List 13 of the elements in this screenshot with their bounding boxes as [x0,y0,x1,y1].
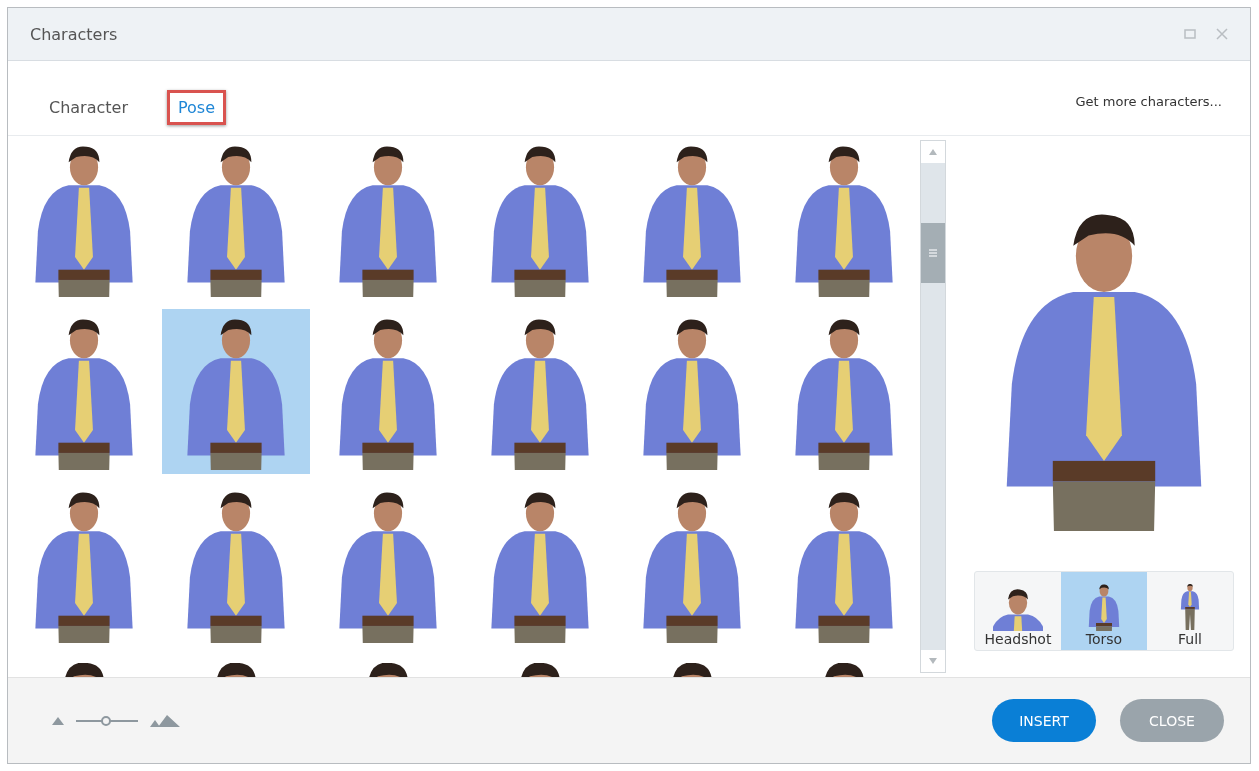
size-slider[interactable] [76,714,138,727]
tab[interactable]: Pose [167,89,227,125]
scroll-thumb[interactable] [921,223,945,283]
insert-button[interactable]: INSERT [992,699,1096,742]
large-mountain-icon [150,714,180,727]
pose-thumbnail[interactable] [162,309,310,474]
get-more-link[interactable]: Get more characters... [1075,93,1222,109]
view-option[interactable]: Torso [1061,572,1147,650]
tab[interactable]: Character [38,89,139,125]
scrollbar[interactable] [920,140,946,673]
small-mountain-icon [52,716,64,725]
window-title: Characters [30,24,119,44]
view-option[interactable]: Full [1147,572,1233,650]
